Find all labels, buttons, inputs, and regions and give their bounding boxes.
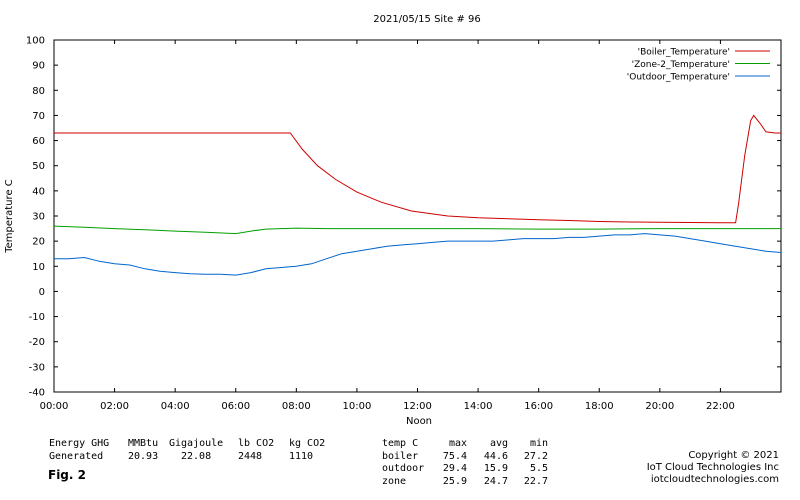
- legend-label: 'Boiler_Temperature': [638, 48, 730, 58]
- y-tick-label: -20: [29, 337, 45, 348]
- stats-cell: boiler: [382, 450, 419, 462]
- mmbtu-header: MMBtu: [128, 438, 159, 449]
- x-tick-label: 16:00: [524, 401, 553, 412]
- x-tick-label: 00:00: [40, 401, 69, 412]
- gigajoule-header: Gigajoule: [169, 438, 224, 449]
- copyright-line-1: Copyright © 2021: [688, 450, 779, 461]
- boiler-series-line: [54, 114, 781, 224]
- lbco2-value: 2448: [238, 451, 263, 462]
- stats-header-cell: min: [529, 438, 548, 449]
- legend: 'Boiler_Temperature' 'Zone-2_Temperature'…: [627, 48, 770, 83]
- stats-cell: 24.7: [483, 475, 508, 487]
- x-axis-label: Noon: [406, 416, 432, 427]
- y-tick-label: -10: [29, 312, 45, 323]
- zone-series-line: [53, 225, 781, 235]
- x-tick-label: 12:00: [403, 401, 432, 412]
- x-tick-label: 18:00: [585, 401, 614, 412]
- stats-cell: zone: [382, 475, 407, 487]
- y-tick-label: 0: [39, 287, 45, 298]
- y-tick-label: -40: [29, 388, 45, 399]
- stats-cell: 27.2: [523, 450, 548, 462]
- stats-cell: outdoor: [382, 463, 425, 474]
- y-axis: 1009080706050403020100-10-20-30-40: [26, 36, 781, 399]
- y-tick-label: 30: [32, 212, 45, 223]
- x-tick-label: 02:00: [100, 401, 129, 412]
- stats-cell: 15.9: [483, 463, 508, 474]
- y-tick-label: -30: [29, 362, 45, 373]
- x-tick-label: 06:00: [221, 401, 250, 412]
- stats-cell: 29.4: [442, 463, 467, 474]
- y-tick-label: 40: [32, 186, 45, 197]
- stats-cell: 75.4: [442, 450, 467, 462]
- stats-header-cell: temp C: [382, 438, 419, 449]
- energy-header-label: Energy GHG: [49, 438, 110, 449]
- x-tick-label: 20:00: [645, 401, 674, 412]
- stats-header-cell: avg: [489, 438, 508, 449]
- y-tick-label: 20: [32, 237, 45, 248]
- temperature-chart: 2021/05/15 Site # 96 1009080706050403020…: [4, 14, 782, 427]
- y-axis-label: Temperature C: [4, 179, 15, 254]
- y-tick-label: 70: [32, 111, 45, 122]
- figure-label: Fig. 2: [48, 468, 86, 482]
- y-tick-label: 60: [32, 136, 45, 147]
- x-tick-label: 22:00: [706, 401, 735, 412]
- series-group: [53, 114, 782, 276]
- y-tick-label: 10: [32, 262, 45, 273]
- stats-header-cell: max: [448, 438, 467, 449]
- y-tick-label: 90: [32, 61, 45, 72]
- generated-label: Generated: [49, 451, 104, 462]
- copyright-line-2: IoT Cloud Technologies Inc: [646, 462, 779, 473]
- x-tick-label: 08:00: [282, 401, 311, 412]
- stats-cell: 5.5: [529, 463, 548, 474]
- y-tick-label: 100: [26, 36, 45, 47]
- lbco2-header: lb CO2: [238, 438, 275, 449]
- x-tick-label: 04:00: [161, 401, 190, 412]
- x-axis: 00:00 02:00 04:00 06:00 08:00 10:00 12:00 14:00…: [40, 40, 735, 412]
- legend-label: 'Zone-2_Temperature': [632, 60, 730, 70]
- mmbtu-value: 20.93: [128, 451, 159, 462]
- stats-cell: 22.7: [523, 475, 548, 487]
- stats-cell: 44.6: [483, 450, 508, 462]
- plot-frame: [53, 39, 782, 393]
- y-tick-label: 80: [32, 86, 45, 97]
- y-tick-label: 50: [32, 161, 45, 172]
- copyright-line-3: iotcloudtechnologies.com: [650, 474, 779, 485]
- legend-label: 'Outdoor_Temperature': [627, 73, 730, 83]
- stats-cell: 25.9: [442, 475, 467, 487]
- x-tick-label: 14:00: [464, 401, 493, 412]
- outdoor-series-line: [54, 233, 782, 276]
- gigajoule-value: 22.08: [181, 451, 212, 462]
- kgco2-header: kg CO2: [289, 438, 326, 449]
- x-tick-label: 10:00: [343, 401, 372, 412]
- chart-title: 2021/05/15 Site # 96: [373, 14, 480, 25]
- kgco2-value: 1110: [289, 451, 314, 462]
